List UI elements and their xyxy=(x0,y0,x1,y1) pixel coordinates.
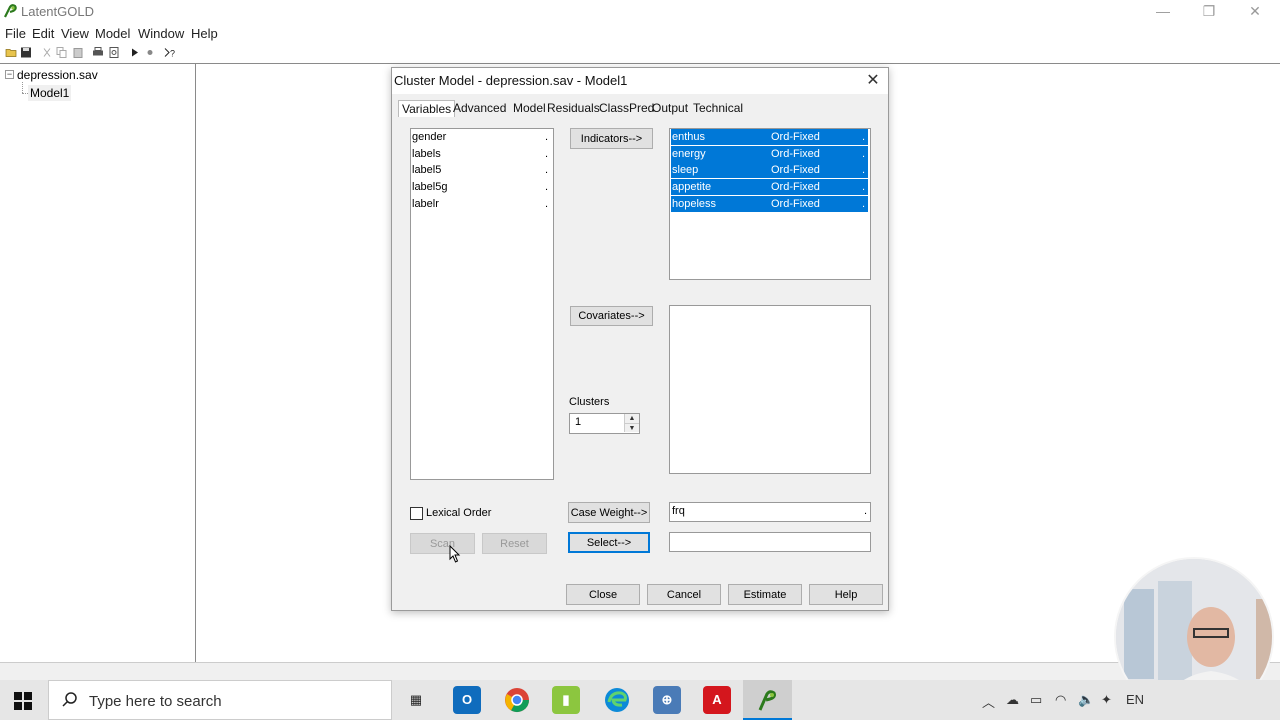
case-weight-button[interactable]: Case Weight--> xyxy=(568,502,650,523)
list-item[interactable]: label5g. xyxy=(412,179,552,195)
dialog-close-icon[interactable]: ✕ xyxy=(862,70,884,92)
tab-model[interactable]: Model xyxy=(510,100,549,116)
covariates-button[interactable]: Covariates--> xyxy=(570,306,653,326)
app-title: LatentGOLD xyxy=(21,4,94,19)
language-indicator[interactable]: EN xyxy=(1126,692,1144,707)
spinner-down-icon[interactable]: ▼ xyxy=(624,423,639,432)
status-bar xyxy=(0,662,1280,680)
case-weight-field[interactable]: frq . xyxy=(669,502,871,522)
tab-advanced[interactable]: Advanced xyxy=(450,100,509,116)
tab-variables[interactable]: Variables xyxy=(398,100,456,117)
menu-help[interactable]: Help xyxy=(191,26,218,41)
list-item[interactable]: gender. xyxy=(412,129,552,145)
table-row[interactable]: appetite Ord-Fixed . xyxy=(671,179,868,195)
taskbar: Type here to search ▦ O ▮ ⊕ A ︿ ☁ ▭ ◠ 🔈 … xyxy=(0,680,1280,720)
copy-icon[interactable] xyxy=(56,46,68,59)
clusters-label: Clusters xyxy=(569,396,610,408)
toolbar: ? xyxy=(0,44,1280,62)
select-field[interactable] xyxy=(669,532,871,552)
tree-node-model[interactable]: Model1 xyxy=(28,85,72,101)
onedrive-icon[interactable]: ☁ xyxy=(1006,692,1019,708)
workspace-border xyxy=(196,63,1280,64)
latentgold-logo-icon xyxy=(4,4,17,18)
menu-view[interactable]: View xyxy=(61,26,89,41)
list-item[interactable]: labelr. xyxy=(412,196,552,212)
scan-button[interactable]: Scan xyxy=(410,533,475,554)
acrobat-icon[interactable]: A xyxy=(703,686,731,714)
maximize-button[interactable]: ❐ xyxy=(1186,0,1232,24)
help-context-icon[interactable]: ? xyxy=(164,46,176,59)
taskbar-search-input[interactable]: Type here to search xyxy=(48,680,392,720)
network-app-icon[interactable]: ⊕ xyxy=(653,686,681,714)
search-placeholder: Type here to search xyxy=(89,693,222,710)
covariates-list[interactable] xyxy=(669,305,871,474)
save-icon[interactable] xyxy=(20,46,32,59)
stop-icon[interactable] xyxy=(144,46,156,59)
menu-window[interactable]: Window xyxy=(138,26,184,41)
reset-button[interactable]: Reset xyxy=(482,533,547,554)
search-icon xyxy=(62,692,77,707)
table-row[interactable]: hopeless Ord-Fixed . xyxy=(671,196,868,212)
notes-app-icon[interactable]: ▮ xyxy=(552,686,580,714)
cluster-model-dialog: Cluster Model - depression.sav - Model1 … xyxy=(391,67,889,611)
windows-start-icon[interactable] xyxy=(14,692,32,710)
edge-icon[interactable] xyxy=(603,686,631,714)
battery-icon[interactable]: ▭ xyxy=(1030,692,1042,708)
indicators-button[interactable]: Indicators--> xyxy=(570,128,653,149)
select-button[interactable]: Select--> xyxy=(568,532,650,553)
menu-bar: File Edit View Model Window Help xyxy=(0,24,1280,44)
run-icon[interactable] xyxy=(129,46,141,59)
svg-text:?: ? xyxy=(170,49,175,59)
paste-icon[interactable] xyxy=(72,46,84,59)
print-icon[interactable] xyxy=(92,46,104,59)
list-item[interactable]: labels. xyxy=(412,146,552,162)
project-tree: − depression.sav Model1 xyxy=(0,63,196,662)
indicators-list[interactable]: enthus Ord-Fixed . energy Ord-Fixed . sl… xyxy=(669,128,871,280)
chrome-icon[interactable] xyxy=(503,686,531,714)
minimize-button[interactable]: — xyxy=(1140,0,1186,24)
dialog-title: Cluster Model - depression.sav - Model1 xyxy=(394,73,628,88)
spinner-up-icon[interactable]: ▲ xyxy=(624,414,639,423)
estimate-button[interactable]: Estimate xyxy=(728,584,802,605)
cancel-button[interactable]: Cancel xyxy=(647,584,721,605)
menu-edit[interactable]: Edit xyxy=(32,26,54,41)
print-preview-icon[interactable] xyxy=(108,46,120,59)
cut-icon[interactable] xyxy=(41,46,53,59)
tree-connector xyxy=(22,82,23,93)
tree-collapse-toggle[interactable]: − xyxy=(5,70,14,79)
close-button[interactable]: Close xyxy=(566,584,640,605)
tray-chevron-icon[interactable]: ︿ xyxy=(982,692,995,711)
wifi-icon[interactable]: ◠ xyxy=(1055,692,1066,708)
task-view-icon[interactable]: ▦ xyxy=(402,686,430,714)
latentgold-taskbar-icon[interactable] xyxy=(753,686,781,714)
app-title-bar: LatentGOLD — ❐ ✕ xyxy=(0,0,1280,24)
tree-node-dataset[interactable]: depression.sav xyxy=(17,68,98,82)
dropbox-icon[interactable]: ✦ xyxy=(1101,692,1112,708)
mouse-cursor-icon xyxy=(449,545,461,563)
available-variables-list[interactable]: gender. labels. label5. label5g. labelr. xyxy=(410,128,554,480)
open-icon[interactable] xyxy=(5,46,17,59)
menu-file[interactable]: File xyxy=(5,26,26,41)
table-row[interactable]: enthus Ord-Fixed . xyxy=(671,129,868,145)
clusters-value: 1 xyxy=(575,416,582,428)
lexical-order-checkbox[interactable] xyxy=(410,507,423,520)
close-window-button[interactable]: ✕ xyxy=(1232,0,1278,24)
lexical-order-label: Lexical Order xyxy=(426,507,492,519)
tab-output[interactable]: Output xyxy=(649,100,691,116)
volume-icon[interactable]: 🔈 xyxy=(1078,692,1094,708)
table-row[interactable]: energy Ord-Fixed . xyxy=(671,146,868,162)
table-row[interactable]: sleep Ord-Fixed . xyxy=(671,162,868,178)
clusters-spinner[interactable]: 1 ▲ ▼ xyxy=(569,413,640,434)
outlook-icon[interactable]: O xyxy=(453,686,481,714)
menu-model[interactable]: Model xyxy=(95,26,130,41)
list-item[interactable]: label5. xyxy=(412,162,552,178)
help-button[interactable]: Help xyxy=(809,584,883,605)
tab-residuals[interactable]: Residuals xyxy=(544,100,603,116)
dialog-titlebar: Cluster Model - depression.sav - Model1 … xyxy=(392,68,888,94)
tab-technical[interactable]: Technical xyxy=(690,100,746,116)
